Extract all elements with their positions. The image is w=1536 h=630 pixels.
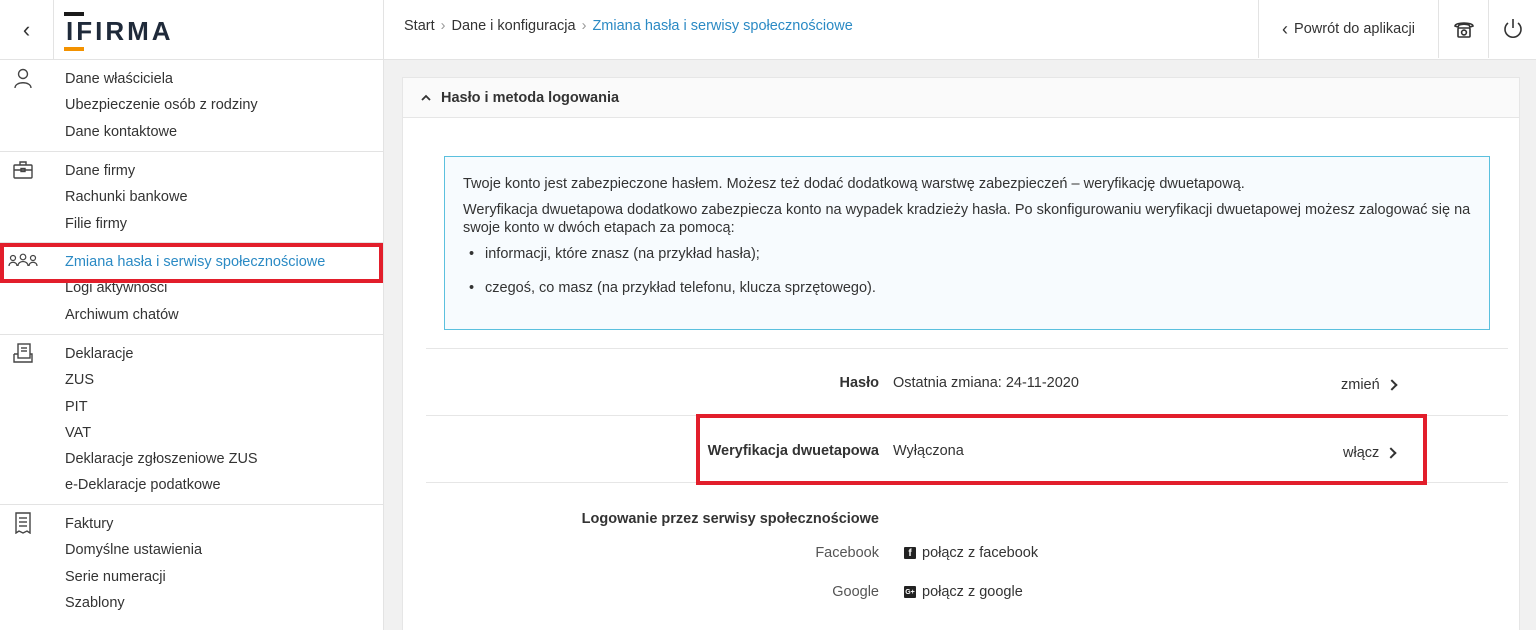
ifirma-logo[interactable]: I FIRMA	[63, 11, 174, 51]
panel-header[interactable]: Hasło i metoda logowania	[403, 78, 1519, 118]
sidebar-group-declarations: Deklaracje ZUS PIT VAT Deklaracje zgłosz…	[0, 335, 383, 505]
sidebar-item-vat[interactable]: VAT	[65, 420, 383, 446]
sidebar-item-chat-archive[interactable]: Archiwum chatów	[65, 302, 383, 328]
facebook-icon: f	[904, 547, 916, 559]
google-label: Google	[832, 584, 879, 600]
top-bar: ‹ I FIRMA Start › Dane i konfiguracja › Z…	[0, 0, 1536, 60]
divider	[383, 0, 384, 60]
breadcrumb-separator: ›	[440, 18, 446, 34]
sidebar-item-password-social[interactable]: Zmiana hasła i serwisy społecznościowe	[65, 249, 383, 275]
sidebar-item-templates[interactable]: Szablony	[65, 590, 383, 616]
enable-two-factor-link[interactable]: włącz	[1343, 445, 1397, 461]
password-row: Hasło Ostatnia zmiana: 24-11-2020 zmień	[426, 348, 1508, 415]
phone-icon	[1453, 22, 1474, 38]
breadcrumb: Start › Dane i konfiguracja › Zmiana has…	[404, 18, 853, 34]
connect-facebook-link[interactable]: f połącz z facebook	[904, 545, 1038, 561]
change-password-label: zmień	[1341, 377, 1380, 393]
sidebar-item-zus[interactable]: ZUS	[65, 367, 383, 393]
connect-facebook-label: połącz z facebook	[922, 545, 1039, 561]
sidebar-item-numbering-series[interactable]: Serie numeracji	[65, 564, 383, 590]
chevron-right-icon	[1386, 379, 1398, 391]
return-to-app-label: Powrót do aplikacji	[1294, 21, 1415, 37]
sidebar-group-owner: Dane właściciela Ubezpieczenie osób z ro…	[0, 60, 383, 152]
sidebar-item-company-data[interactable]: Dane firmy	[65, 158, 383, 184]
connect-google-label: połącz z google	[922, 584, 1023, 600]
info-list-item: czegoś, co masz (na przykład telefonu, k…	[463, 279, 1471, 297]
info-paragraph: Weryfikacja dwuetapowa dodatkowo zabezpi…	[463, 202, 1471, 236]
sidebar-item-pit[interactable]: PIT	[65, 394, 383, 420]
info-list-item: informacji, które znasz (na przykład has…	[463, 245, 1471, 263]
password-panel: Hasło i metoda logowania Twoje konto jes…	[402, 77, 1520, 630]
people-icon	[8, 249, 38, 273]
two-factor-status: Wyłączona	[893, 443, 964, 459]
logout-button[interactable]	[1488, 0, 1536, 58]
briefcase-icon	[8, 158, 38, 182]
password-label: Hasło	[839, 375, 880, 391]
sidebar-group-invoices: Faktury Domyślne ustawienia Serie numera…	[0, 505, 383, 630]
documents-icon	[8, 341, 38, 365]
chevron-right-icon	[1385, 447, 1397, 459]
breadcrumb-separator: ›	[581, 18, 587, 34]
info-paragraph: Twoje konto jest zabezpieczone hasłem. M…	[463, 176, 1245, 192]
password-last-change: Ostatnia zmiana: 24-11-2020	[893, 375, 1079, 391]
sidebar-item-owner-data[interactable]: Dane właściciela	[65, 66, 383, 92]
sidebar-item-branches[interactable]: Filie firmy	[65, 211, 383, 237]
invoice-icon	[8, 511, 38, 535]
sidebar-item-invoices[interactable]: Faktury	[65, 511, 383, 537]
sidebar-item-activity-logs[interactable]: Logi aktywności	[65, 275, 383, 301]
sidebar-group-company: Dane firmy Rachunki bankowe Filie firmy	[0, 152, 383, 243]
google-plus-icon: G+	[904, 586, 916, 598]
two-factor-row: Weryfikacja dwuetapowa Wyłączona włącz	[426, 415, 1508, 482]
sidebar-item-bank-accounts[interactable]: Rachunki bankowe	[65, 184, 383, 210]
breadcrumb-current: Zmiana hasła i serwisy społecznościowe	[592, 18, 853, 34]
connect-google-link[interactable]: G+ połącz z google	[904, 584, 1023, 600]
panel-title: Hasło i metoda logowania	[441, 89, 620, 106]
sidebar-item-default-settings[interactable]: Domyślne ustawienia	[65, 537, 383, 563]
sidebar-item-zus-registration[interactable]: Deklaracje zgłoszeniowe ZUS	[65, 446, 383, 472]
chevron-up-icon	[421, 94, 431, 101]
phone-button[interactable]	[1438, 0, 1488, 58]
sidebar-item-contact-data[interactable]: Dane kontaktowe	[65, 119, 383, 145]
social-login-row: Logowanie przez serwisy społecznościowe …	[426, 482, 1508, 630]
social-login-label: Logowanie przez serwisy społecznościowe	[581, 511, 879, 527]
breadcrumb-config[interactable]: Dane i konfiguracja	[451, 18, 575, 34]
sidebar-item-declarations[interactable]: Deklaracje	[65, 341, 383, 367]
info-list: informacji, które znasz (na przykład has…	[463, 245, 1471, 297]
enable-two-factor-label: włącz	[1343, 445, 1380, 461]
user-icon	[8, 66, 38, 90]
chevron-left-icon: ‹	[22, 17, 31, 42]
sidebar-group-security: Zmiana hasła i serwisy społecznościowe L…	[0, 243, 383, 335]
chevron-left-icon: ‹	[1282, 18, 1289, 39]
main-content: Hasło i metoda logowania Twoje konto jes…	[384, 60, 1536, 630]
change-password-link[interactable]: zmień	[1341, 377, 1398, 393]
sidebar-collapse-button[interactable]: ‹	[0, 0, 54, 60]
facebook-label: Facebook	[815, 545, 879, 561]
info-box: Twoje konto jest zabezpieczone hasłem. M…	[444, 156, 1490, 330]
return-to-app-button[interactable]: ‹ Powrót do aplikacji	[1258, 0, 1438, 58]
sidebar-item-family-insurance[interactable]: Ubezpieczenie osób z rodziny	[65, 92, 383, 118]
sidebar: Dane właściciela Ubezpieczenie osób z ro…	[0, 60, 384, 630]
breadcrumb-start[interactable]: Start	[404, 18, 435, 34]
two-factor-label: Weryfikacja dwuetapowa	[707, 443, 879, 459]
power-icon	[1503, 19, 1522, 38]
sidebar-item-e-declarations[interactable]: e-Deklaracje podatkowe	[65, 472, 383, 498]
